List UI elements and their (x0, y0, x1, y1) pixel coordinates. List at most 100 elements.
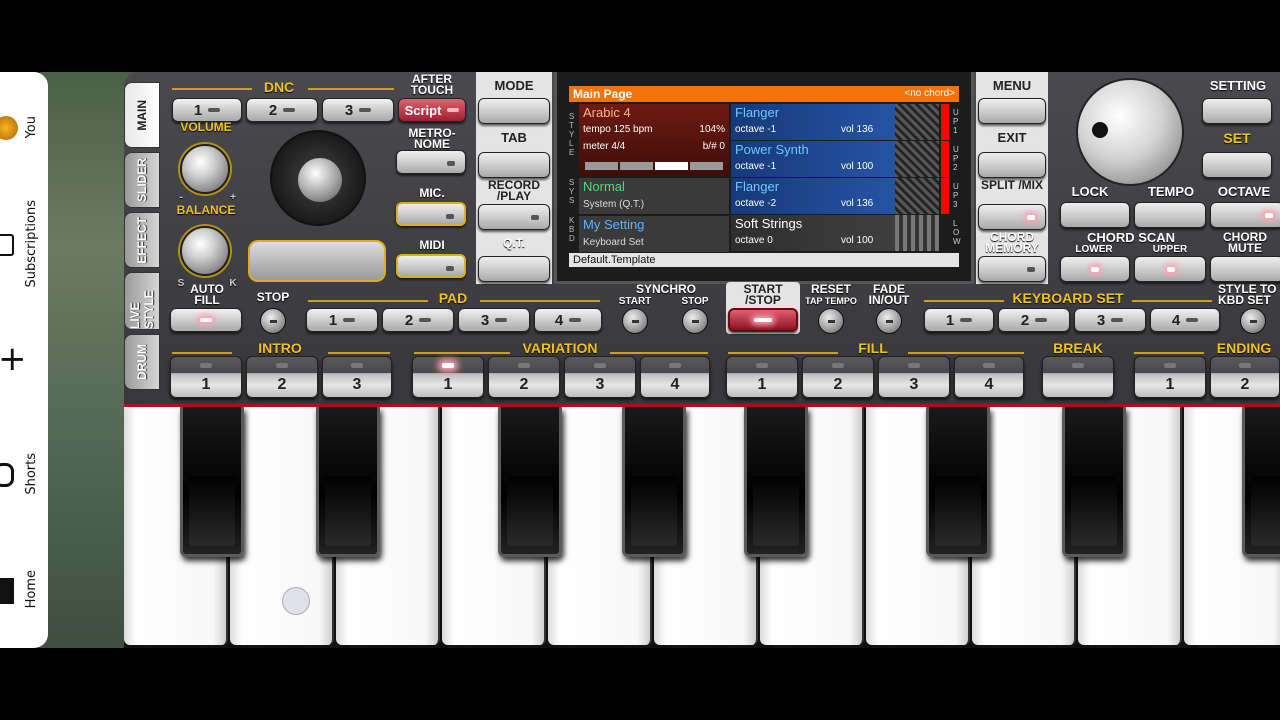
fill-button-3[interactable]: 3 (878, 356, 950, 398)
voice-low[interactable]: Soft Strings octave 0 vol 100 (731, 215, 939, 251)
led-indicator (359, 108, 372, 112)
chord-mute-button[interactable] (1210, 256, 1280, 282)
kbd-panel[interactable]: My Setting Keyboard Set (579, 216, 729, 252)
variation-button-2[interactable]: 2 (488, 356, 560, 398)
intro-button-1[interactable]: 1 (170, 356, 242, 398)
voice-up3[interactable]: Flanger octave -2 vol 136 (731, 178, 939, 214)
tab-drum[interactable]: DRUM (124, 334, 160, 390)
black-key[interactable] (622, 407, 686, 557)
mic-button[interactable] (396, 202, 466, 226)
record-play-button[interactable] (478, 204, 550, 230)
dnc-button-2[interactable]: 2 (246, 98, 318, 122)
reset-tap-tempo-button[interactable] (818, 308, 844, 334)
keyboard-set-button-1[interactable]: 1 (924, 308, 994, 332)
tab-effect[interactable]: EFFECT (124, 212, 160, 268)
tab-main[interactable]: MAIN (124, 82, 160, 148)
nav-subscriptions[interactable]: Subscriptions (0, 192, 48, 302)
pad-button-2[interactable]: 2 (382, 308, 454, 332)
black-key[interactable] (1062, 407, 1126, 557)
tempo-button[interactable] (1134, 202, 1206, 228)
variation-button-3[interactable]: 3 (564, 356, 636, 398)
nav-create[interactable]: + (0, 340, 48, 380)
data-dial[interactable] (1076, 78, 1184, 186)
nav-you[interactable]: You (0, 102, 48, 182)
auto-fill-button[interactable] (170, 308, 242, 332)
split-mix-button[interactable] (978, 204, 1046, 230)
ending-button-1[interactable]: 1 (1134, 356, 1206, 398)
style-to-kbd-set-button[interactable] (1240, 308, 1266, 334)
setting-button[interactable] (1202, 98, 1272, 124)
midi-button[interactable] (396, 254, 466, 278)
avatar-icon (0, 116, 18, 140)
black-key[interactable] (744, 407, 808, 557)
led-indicator (447, 108, 460, 112)
black-key[interactable] (498, 407, 562, 557)
octave-label: OCTAVE (1217, 184, 1271, 199)
voice-up1[interactable]: Flanger octave -1 vol 136 (731, 104, 939, 140)
ending-button-2[interactable]: 2 (1210, 356, 1280, 398)
joystick-handle[interactable] (298, 158, 342, 202)
dnc-button-3[interactable]: 3 (322, 98, 394, 122)
synchro-start-button[interactable] (622, 308, 648, 334)
led-indicator (1091, 267, 1099, 272)
nav-shorts[interactable]: Shorts (0, 447, 48, 507)
keyboard-set-button-4[interactable]: 4 (1150, 308, 1220, 332)
balance-knob[interactable] (180, 226, 230, 276)
led-indicator (1111, 318, 1124, 322)
mode-button[interactable] (478, 98, 550, 124)
synchro-stop-button[interactable] (682, 308, 708, 334)
led-indicator (754, 318, 772, 322)
break-button[interactable] (1042, 356, 1114, 398)
intro-button-2[interactable]: 2 (246, 356, 318, 398)
intro-button-3[interactable]: 3 (322, 356, 392, 398)
chord-memory-button[interactable] (978, 256, 1046, 282)
fill-button-4[interactable]: 4 (954, 356, 1024, 398)
fill-line-left (728, 352, 838, 354)
tab-live-style[interactable]: LIVE STYLE (124, 272, 160, 330)
lock-button[interactable] (1060, 202, 1130, 228)
voice-up1-vol: vol 136 (841, 124, 874, 135)
variation-button-4[interactable]: 4 (640, 356, 710, 398)
black-key[interactable] (926, 407, 990, 557)
black-key[interactable] (180, 407, 244, 557)
tab-slider[interactable]: SLIDER (124, 152, 160, 208)
volume-knob[interactable] (180, 144, 230, 194)
pad-button-3[interactable]: 3 (458, 308, 530, 332)
keyboard-set-button-2[interactable]: 2 (998, 308, 1070, 332)
style-panel[interactable]: Arabic 4 tempo 125 bpm 104% meter 4/4 b/… (579, 104, 729, 176)
synchro-label: SYNCHRO (635, 282, 696, 296)
chord-scan-lower-button[interactable] (1060, 256, 1130, 282)
led-indicator (1186, 318, 1199, 322)
chord-mute-label: CHORD MUTE (1223, 230, 1267, 255)
fill-button-1[interactable]: 1 (726, 356, 798, 398)
dnc-button-2-label: 2 (268, 101, 278, 119)
sys-panel[interactable]: Normal System (Q.T.) (579, 178, 729, 214)
variation-button-1[interactable]: 1 (412, 356, 484, 398)
octave-button[interactable] (1210, 202, 1280, 228)
touch-pad[interactable] (248, 240, 386, 282)
set-button[interactable] (1202, 152, 1272, 178)
after-touch-script-button[interactable]: Script (398, 98, 466, 122)
voice-up2[interactable]: Power Synth octave -1 vol 100 (731, 141, 939, 177)
black-key[interactable] (1242, 407, 1280, 557)
menu-button[interactable] (978, 98, 1046, 124)
pad-button-2-label: 2 (404, 311, 414, 329)
pad-stop-button[interactable] (260, 308, 286, 334)
variation-line-left (414, 352, 510, 354)
led-indicator (283, 108, 296, 112)
fill-button-2[interactable]: 2 (802, 356, 874, 398)
nav-home[interactable]: Home (0, 564, 48, 624)
exit-button[interactable] (978, 152, 1046, 178)
pad-button-1[interactable]: 1 (306, 308, 378, 332)
qt-button[interactable] (478, 256, 550, 282)
black-key[interactable] (316, 407, 380, 557)
joystick[interactable] (270, 130, 366, 226)
fade-button[interactable] (876, 308, 902, 334)
dnc-button-1[interactable]: 1 (172, 98, 242, 122)
keyboard-set-button-3[interactable]: 3 (1074, 308, 1146, 332)
start-stop-button[interactable] (728, 308, 798, 332)
metronome-button[interactable] (396, 150, 466, 174)
chord-scan-upper-button[interactable] (1134, 256, 1206, 282)
tab-button[interactable] (478, 152, 550, 178)
pad-button-4[interactable]: 4 (534, 308, 602, 332)
